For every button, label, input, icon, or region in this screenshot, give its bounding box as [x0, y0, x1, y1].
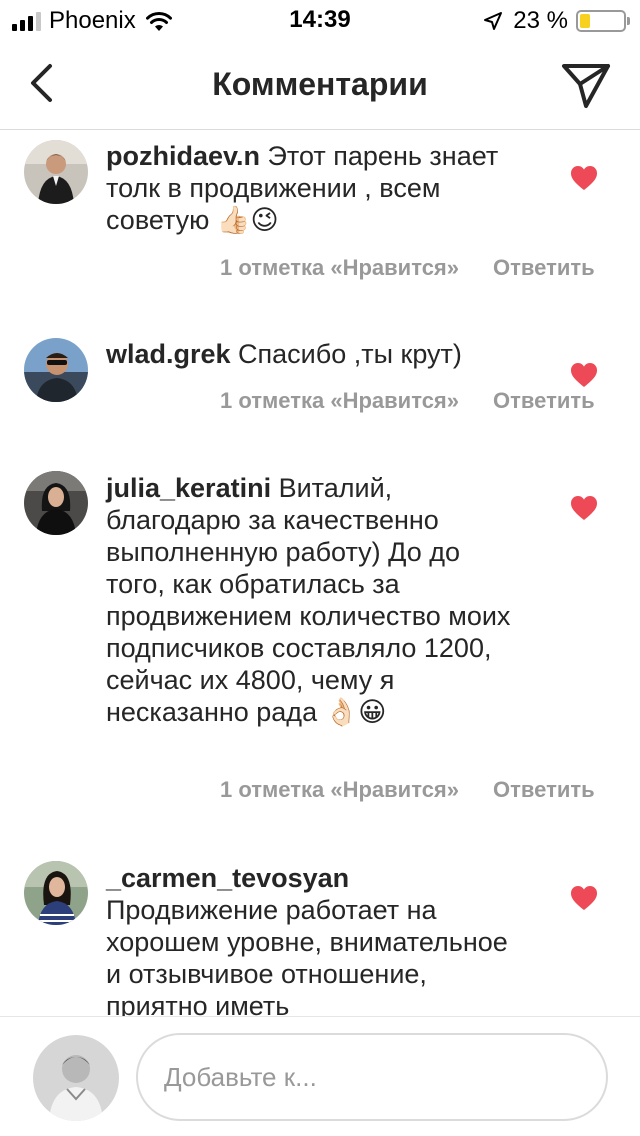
avatar-photo — [24, 861, 88, 925]
avatar[interactable] — [24, 861, 88, 925]
comment-input[interactable]: Добавьте к... — [136, 1033, 608, 1121]
location-arrow-icon — [484, 12, 503, 30]
battery-icon — [576, 10, 630, 32]
comment-body: pozhidaev.n Этот парень знает толк в про… — [106, 140, 526, 236]
comment-item: wlad.grek Спасибо ,ты крут) 1 отметка «Н… — [0, 331, 640, 431]
avatar[interactable] — [24, 471, 88, 535]
comment-composer: Добавьте к... — [0, 1016, 640, 1136]
likes-count-link[interactable]: 1 отметка «Нравится» — [220, 388, 459, 413]
status-bar: Phoenix 14:39 23 % — [0, 0, 640, 40]
direct-send-button[interactable] — [558, 56, 614, 112]
comment-username[interactable]: julia_keratini — [106, 473, 271, 503]
comment-meta: 1 отметка «Нравится» Ответить — [220, 388, 595, 414]
comment-body: wlad.grek Спасибо ,ты крут) — [106, 338, 526, 370]
status-right: 23 % — [483, 7, 630, 35]
comment-meta: 1 отметка «Нравится» Ответить — [220, 255, 595, 281]
reply-button[interactable]: Ответить — [493, 255, 595, 280]
comment-item: _carmen_tevosyan Продвижение работает на… — [0, 861, 640, 1016]
battery-percentage: 23 % — [513, 7, 568, 34]
avatar-photo — [33, 1035, 119, 1121]
comment-input-placeholder: Добавьте к... — [164, 1062, 317, 1092]
reply-button[interactable]: Ответить — [493, 388, 595, 413]
like-heart-icon[interactable] — [570, 495, 598, 521]
comment-meta: 1 отметка «Нравится» Ответить — [220, 777, 595, 803]
reply-button[interactable]: Ответить — [493, 777, 595, 802]
like-heart-icon[interactable] — [570, 885, 598, 911]
avatar-photo — [24, 140, 88, 204]
comment-body: julia_keratini Виталий, благодарю за кач… — [106, 472, 526, 728]
page-title: Комментарии — [212, 66, 428, 102]
header: Комментарии — [0, 40, 640, 130]
comment-username[interactable]: pozhidaev.n — [106, 141, 260, 171]
comment-body: _carmen_tevosyan Продвижение работает на… — [106, 862, 526, 1016]
comment-text: Спасибо ,ты крут) — [230, 339, 462, 369]
comment-username[interactable]: _carmen_tevosyan — [106, 862, 526, 894]
avatar[interactable] — [24, 140, 88, 204]
comment-text: Виталий, благодарю за качественно выполн… — [106, 473, 511, 727]
likes-count-link[interactable]: 1 отметка «Нравится» — [220, 255, 459, 280]
comment-text: Продвижение работает на хорошем уровне, … — [106, 895, 508, 1016]
avatar[interactable] — [24, 338, 88, 402]
like-heart-icon[interactable] — [570, 362, 598, 388]
avatar-photo — [24, 471, 88, 535]
avatar-photo — [24, 338, 88, 402]
battery-level — [580, 14, 590, 28]
comment-item: julia_keratini Виталий, благодарю за кач… — [0, 471, 640, 811]
comment-username[interactable]: wlad.grek — [106, 339, 231, 369]
current-user-avatar — [33, 1035, 119, 1121]
like-heart-icon[interactable] — [570, 165, 598, 191]
comment-item: pozhidaev.n Этот парень знает толк в про… — [0, 131, 640, 291]
likes-count-link[interactable]: 1 отметка «Нравится» — [220, 777, 459, 802]
comments-list[interactable]: pozhidaev.n Этот парень знает толк в про… — [0, 131, 640, 1016]
